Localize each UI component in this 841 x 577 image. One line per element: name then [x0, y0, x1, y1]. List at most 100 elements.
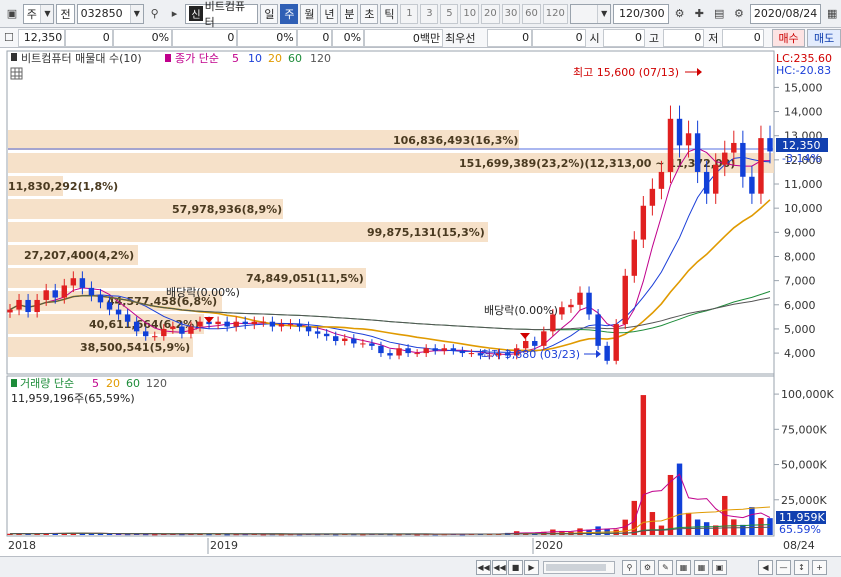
- save-icon[interactable]: ▤: [710, 4, 728, 24]
- price-tick-label: 14,000: [784, 106, 823, 119]
- period-year[interactable]: 년: [320, 3, 339, 24]
- candle: [179, 326, 185, 334]
- current-price-marker: 12,350 -3.14%: [776, 138, 828, 165]
- volume-bar: [106, 534, 113, 536]
- scroll-thumb[interactable]: [546, 564, 606, 571]
- period-week[interactable]: 주: [280, 3, 299, 24]
- interval-20[interactable]: 20: [481, 3, 500, 24]
- stock-chart[interactable]: 106,836,493(16,3%) 151,699,389(23,2%)(12,…: [0, 48, 841, 556]
- minus-icon[interactable]: —: [776, 560, 791, 575]
- move-icon[interactable]: ↕: [794, 560, 809, 575]
- speaker-icon[interactable]: ▸: [166, 4, 184, 24]
- buy-button[interactable]: 매수: [771, 28, 806, 47]
- count-field[interactable]: 120/300: [613, 3, 669, 24]
- volume-profile-label: 27,207,400(4,2%): [24, 249, 134, 262]
- date-input[interactable]: 2020/08/24: [749, 3, 822, 24]
- calendar-icon[interactable]: ▦: [823, 4, 841, 24]
- dividend-annotation: 배당락(0.00%): [166, 286, 240, 299]
- zoom-icon[interactable]: ⚲: [622, 560, 637, 575]
- candle: [369, 343, 375, 346]
- vol-ma-120: 120: [146, 377, 167, 390]
- interval-1[interactable]: 1: [400, 3, 419, 24]
- current-pct-label: -3.14%: [782, 152, 821, 165]
- window-icon[interactable]: ▣: [3, 4, 21, 24]
- chevron-down-icon: ▼: [129, 4, 143, 23]
- candle: [541, 331, 547, 346]
- price-tick-label: 7,000: [784, 275, 816, 288]
- sell-button[interactable]: 매도: [807, 28, 841, 47]
- high-label: 고: [648, 31, 659, 45]
- volume-bar: [97, 533, 104, 535]
- settings-tool-icon[interactable]: ⚙: [671, 4, 689, 24]
- candle: [124, 314, 131, 322]
- candle: [251, 321, 257, 325]
- first-icon[interactable]: ◀◀: [476, 560, 491, 575]
- x-label-2018: 2018: [8, 539, 36, 552]
- volume-tick-label: 75,000K: [781, 423, 827, 436]
- interval-5[interactable]: 5: [440, 3, 459, 24]
- x-label-2020: 2020: [535, 539, 563, 552]
- volume-bar: [88, 533, 95, 535]
- interval-60[interactable]: 60: [522, 3, 541, 24]
- table-icon[interactable]: [10, 67, 23, 80]
- stop-icon[interactable]: ■: [508, 560, 523, 575]
- interval-120[interactable]: 120: [542, 3, 568, 24]
- checkbox-icon[interactable]: ☐: [0, 29, 18, 47]
- settings-tool-icon[interactable]: ⚙: [640, 560, 655, 575]
- priority-1: 0: [486, 28, 533, 47]
- x-label-2019: 2019: [210, 539, 238, 552]
- interval-10[interactable]: 10: [460, 3, 480, 24]
- code-input[interactable]: 032850 ▼: [76, 3, 144, 24]
- candle: [323, 333, 330, 337]
- candle: [640, 205, 647, 240]
- chevron-left-icon[interactable]: ◀: [758, 560, 773, 575]
- gear-icon[interactable]: ⚙: [730, 4, 748, 24]
- candle: [333, 336, 339, 342]
- forward-icon[interactable]: ▶: [524, 560, 539, 575]
- candle: [622, 275, 628, 325]
- prev-button[interactable]: 전: [56, 3, 75, 24]
- chevron-down-icon: ▼: [597, 4, 611, 23]
- candle: [586, 292, 592, 315]
- market-select[interactable]: 주 ▼: [22, 3, 55, 24]
- chart-type-icon[interactable]: ▦: [676, 560, 691, 575]
- ma-legend-label: 종가 단순: [175, 52, 219, 65]
- period-tick[interactable]: 틱: [380, 3, 399, 24]
- period-minute[interactable]: 분: [340, 3, 359, 24]
- view-icon[interactable]: ▣: [712, 560, 727, 575]
- high-value: 0: [662, 28, 705, 47]
- candle: [604, 345, 610, 361]
- candle: [568, 304, 574, 308]
- open-label: 시: [589, 31, 600, 45]
- grid-icon[interactable]: ▦: [694, 560, 709, 575]
- edit-icon[interactable]: ✎: [658, 560, 673, 575]
- code-value: 032850: [80, 7, 123, 20]
- bottom-bar: ◀◀ ◀◀ ■ ▶ ⚲ ⚙ ✎ ▦ ▦ ▣ ◀ — ↕ +: [0, 556, 841, 577]
- scrollbar[interactable]: [543, 561, 615, 574]
- interval-3[interactable]: 3: [420, 3, 439, 24]
- candle: [25, 299, 31, 313]
- plus-icon[interactable]: +: [812, 560, 827, 575]
- crosshair-icon[interactable]: ✚: [690, 4, 708, 24]
- period-second[interactable]: 초: [360, 3, 379, 24]
- candle: [152, 336, 158, 338]
- candle: [685, 133, 692, 146]
- stock-name-label: 비트컴퓨터: [204, 0, 246, 29]
- volume-tick-label: 25,000K: [781, 494, 827, 507]
- custom-interval-select[interactable]: ▼: [569, 3, 612, 24]
- rewind-icon[interactable]: ◀◀: [492, 560, 507, 575]
- ma-legend-marker: [165, 54, 171, 62]
- candle: [450, 348, 457, 351]
- period-day[interactable]: 일: [260, 3, 279, 24]
- candle: [242, 321, 248, 325]
- candle: [767, 138, 773, 152]
- candle: [387, 353, 393, 356]
- candle: [360, 343, 366, 345]
- period-month[interactable]: 월: [300, 3, 319, 24]
- search-icon[interactable]: ⚲: [146, 4, 164, 24]
- candle: [215, 321, 221, 325]
- interval-30[interactable]: 30: [501, 3, 521, 24]
- price-tick-label: 6,000: [784, 299, 816, 312]
- candle: [16, 299, 22, 310]
- low-value: 0: [722, 28, 764, 47]
